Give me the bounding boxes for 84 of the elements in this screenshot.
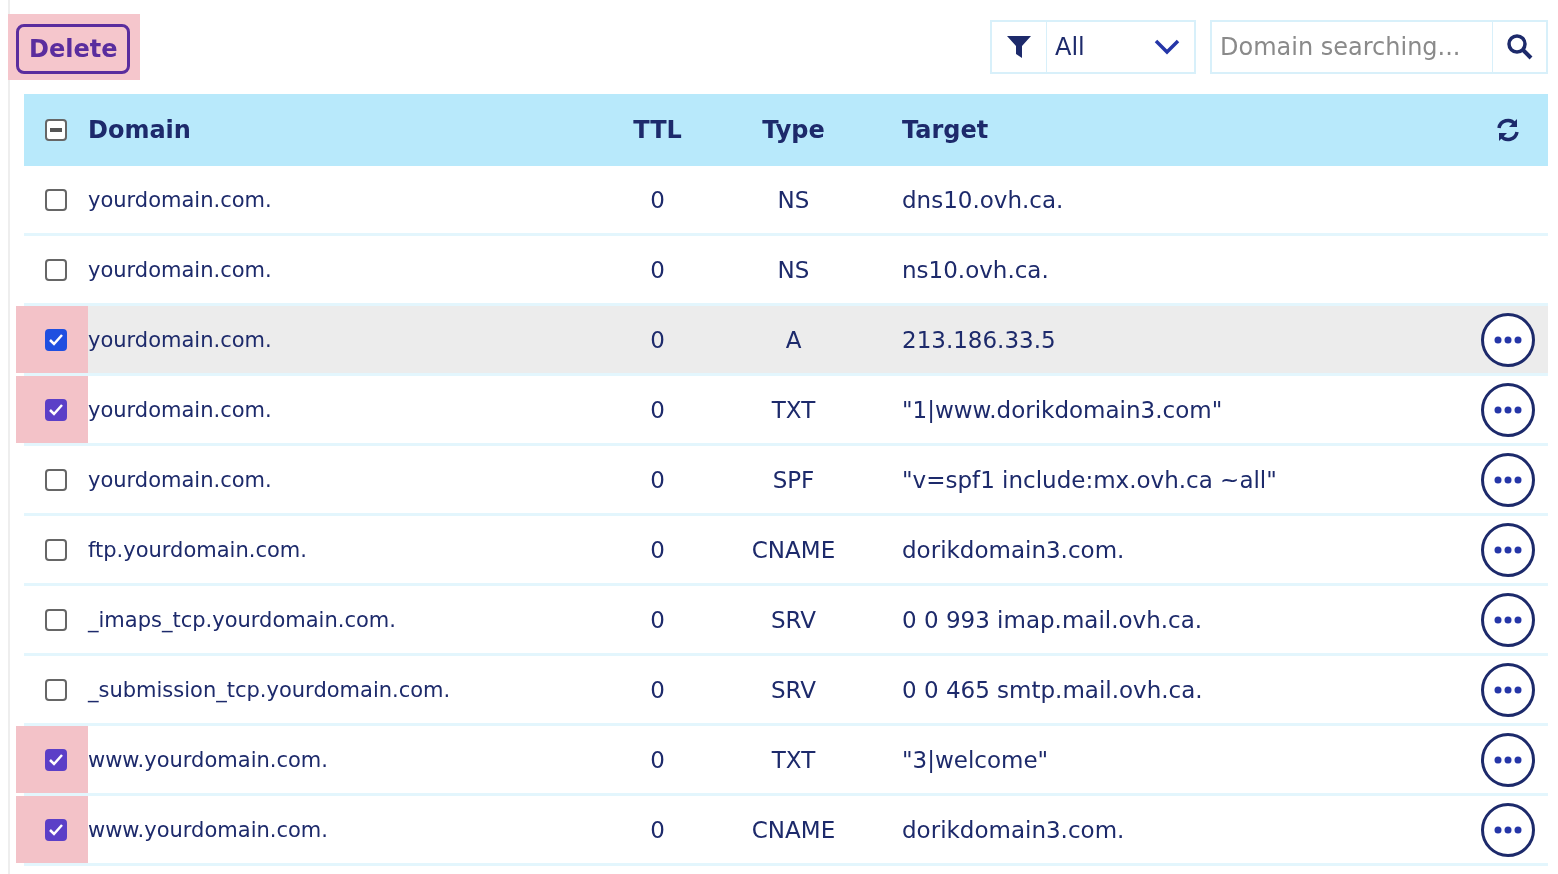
row-checkbox[interactable] (45, 678, 67, 701)
type-cell: SPF (772, 466, 815, 493)
ttl-cell: 0 (650, 676, 665, 703)
target-cell: "v=spf1 include:mx.ovh.ca ~all" (902, 466, 1277, 493)
ellipsis-icon (1494, 825, 1522, 834)
more-actions-button[interactable] (1481, 312, 1535, 367)
search-icon[interactable] (1505, 33, 1534, 61)
domain-cell: _submission_tcp.yourdomain.com. (88, 677, 451, 702)
row-checkbox[interactable] (45, 398, 67, 421)
domain-cell: www.yourdomain.com. (88, 747, 328, 772)
refresh-icon[interactable] (1495, 117, 1521, 143)
type-cell: SRV (770, 606, 817, 633)
filter-dropdown[interactable]: All (990, 20, 1196, 74)
chevron-down-icon (1154, 39, 1180, 55)
ttl-cell: 0 (650, 536, 665, 563)
filter-icon (1006, 35, 1032, 59)
row-checkbox[interactable] (45, 818, 67, 841)
more-actions-button[interactable] (1481, 662, 1535, 717)
ttl-cell: 0 (650, 256, 665, 283)
type-cell: TXT (771, 746, 816, 773)
row-checkbox[interactable] (45, 538, 67, 561)
ellipsis-icon (1494, 545, 1522, 554)
ellipsis-icon (1494, 615, 1522, 624)
column-header: TTL (633, 116, 682, 144)
type-cell: TXT (771, 396, 816, 423)
more-actions-button[interactable] (1481, 592, 1535, 647)
ttl-cell: 0 (650, 396, 665, 423)
row-checkbox[interactable] (45, 328, 67, 351)
more-actions-button[interactable] (1481, 452, 1535, 507)
target-cell: "1|www.dorikdomain3.com" (902, 396, 1223, 423)
row-checkbox[interactable] (45, 258, 67, 281)
ellipsis-icon (1494, 685, 1522, 694)
type-cell: SRV (770, 676, 817, 703)
column-header: Target (902, 116, 989, 144)
column-header: Domain (88, 116, 191, 144)
search-bar[interactable]: Domain searching... (1210, 20, 1548, 74)
ttl-cell: 0 (650, 186, 665, 213)
target-cell: 0 0 465 smtp.mail.ovh.ca. (902, 676, 1203, 703)
ellipsis-icon (1494, 335, 1522, 344)
filter-value: All (1054, 33, 1086, 61)
ellipsis-icon (1494, 405, 1522, 414)
ttl-cell: 0 (650, 816, 665, 843)
target-cell: dorikdomain3.com. (902, 816, 1125, 843)
target-cell: "3|welcome" (902, 746, 1049, 773)
domain-cell: yourdomain.com. (88, 187, 272, 212)
ellipsis-icon (1494, 475, 1522, 484)
row-checkbox[interactable] (45, 468, 67, 491)
type-cell: CNAME (751, 536, 836, 563)
target-cell: 213.186.33.5 (902, 326, 1056, 353)
domain-cell: yourdomain.com. (88, 327, 272, 352)
row-checkbox[interactable] (45, 608, 67, 631)
domain-cell: ftp.yourdomain.com. (88, 537, 307, 562)
checkmark-icon (49, 403, 63, 416)
delete-button[interactable]: Delete (16, 24, 131, 74)
type-cell: CNAME (751, 816, 836, 843)
checkmark-icon (49, 753, 63, 766)
ttl-cell: 0 (650, 606, 665, 633)
select-all-checkbox[interactable] (45, 119, 67, 141)
ttl-cell: 0 (650, 746, 665, 773)
checkmark-icon (49, 823, 63, 836)
target-cell: dns10.ovh.ca. (902, 186, 1064, 213)
type-cell: NS (777, 256, 810, 283)
type-cell: NS (777, 186, 810, 213)
domain-cell: www.yourdomain.com. (88, 817, 328, 842)
domain-cell: yourdomain.com. (88, 467, 272, 492)
domain-cell: yourdomain.com. (88, 397, 272, 422)
minus-icon (50, 128, 62, 132)
type-cell: A (785, 326, 802, 353)
more-actions-button[interactable] (1481, 382, 1535, 437)
target-cell: 0 0 993 imap.mail.ovh.ca. (902, 606, 1203, 633)
target-cell: ns10.ovh.ca. (902, 256, 1049, 283)
more-actions-button[interactable] (1481, 802, 1535, 857)
ttl-cell: 0 (650, 326, 665, 353)
column-header: Type (762, 116, 825, 144)
checkmark-icon (49, 333, 63, 346)
target-cell: dorikdomain3.com. (902, 536, 1125, 563)
more-actions-button[interactable] (1481, 732, 1535, 787)
ttl-cell: 0 (650, 466, 665, 493)
domain-cell: yourdomain.com. (88, 257, 272, 282)
row-checkbox[interactable] (45, 188, 67, 211)
row-checkbox[interactable] (45, 748, 67, 771)
more-actions-button[interactable] (1481, 522, 1535, 577)
ellipsis-icon (1494, 755, 1522, 764)
domain-cell: _imaps_tcp.yourdomain.com. (88, 607, 396, 632)
